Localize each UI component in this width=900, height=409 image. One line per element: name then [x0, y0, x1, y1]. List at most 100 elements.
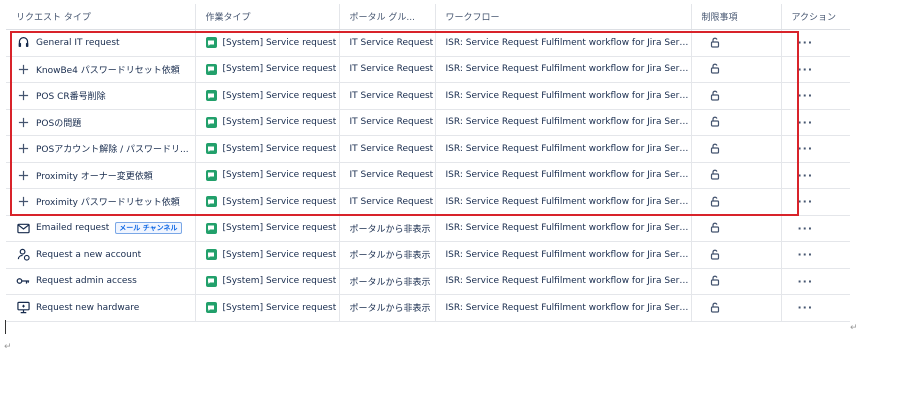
unlock-icon[interactable] [708, 221, 722, 235]
workflow-cell: ISR: Service Request Fulfilment workflow… [435, 215, 692, 242]
column-header-actions[interactable]: アクション [781, 4, 850, 30]
request-type-name[interactable]: Proximity パスワードリセット依頼 [36, 195, 180, 208]
work-type-cell: [System] Service request [195, 135, 340, 163]
request-type-cell[interactable]: POS CR番号削除 [6, 82, 196, 110]
request-type-name[interactable]: Request a new account [36, 250, 141, 260]
unlock-icon[interactable] [708, 88, 722, 102]
column-header-restrictions[interactable]: 制限事項 [691, 4, 782, 30]
request-type-cell[interactable]: General IT request [6, 29, 196, 57]
table-row[interactable]: Request admin access [System] Service re… [6, 268, 850, 295]
more-actions-button[interactable]: ··· [798, 275, 814, 288]
paragraph-mark: ↵ [4, 342, 12, 352]
work-type-cell: [System] Service request [195, 162, 340, 189]
plus-icon [16, 89, 30, 103]
column-header-work-type[interactable]: 作業タイプ [195, 4, 340, 30]
more-actions-button[interactable]: ··· [798, 116, 814, 129]
more-actions-button[interactable]: ··· [798, 169, 814, 182]
more-actions-button[interactable]: ··· [798, 248, 814, 261]
request-type-cell[interactable]: POSアカウント解除 / パスワードリ... [6, 135, 196, 163]
request-type-name[interactable]: Emailed request [36, 223, 109, 233]
request-type-cell[interactable]: Request a new account [6, 241, 196, 269]
actions-cell: ··· [781, 56, 850, 83]
service-request-icon [205, 116, 217, 128]
restrictions-cell [691, 29, 782, 57]
request-type-name[interactable]: Request new hardware [36, 303, 139, 313]
key-icon [16, 274, 30, 288]
workflow-cell: ISR: Service Request Fulfilment workflow… [435, 82, 692, 110]
portal-group-label: ポータルから非表示 [349, 251, 431, 262]
table-row[interactable]: Emailed request メール チャンネル [System] Servic… [6, 215, 850, 242]
unlock-icon[interactable] [708, 62, 722, 76]
request-type-name[interactable]: KnowBe4 パスワードリセット依頼 [36, 63, 180, 76]
column-header-portal-group[interactable]: ポータル グル... [339, 4, 436, 30]
unlock-icon[interactable] [708, 194, 722, 208]
more-actions-button[interactable]: ··· [798, 301, 814, 314]
column-header-workflow[interactable]: ワークフロー [435, 4, 692, 30]
request-type-name[interactable]: POS CR番号削除 [36, 89, 106, 102]
more-actions-button[interactable]: ··· [798, 142, 814, 155]
unlock-icon[interactable] [708, 274, 722, 288]
request-type-name[interactable]: POSアカウント解除 / パスワードリ... [36, 142, 189, 155]
portal-group-label: IT Service Request [349, 37, 434, 48]
portal-group-label: ポータルから非表示 [349, 224, 431, 235]
table-row[interactable]: Proximity オーナー変更依頼 [System] Service requ… [6, 162, 850, 189]
portal-group-cell: ポータルから非表示 [339, 241, 436, 269]
table-row[interactable]: POSアカウント解除 / パスワードリ... [System] Service … [6, 135, 850, 163]
actions-cell: ··· [781, 82, 850, 110]
restrictions-cell [691, 162, 782, 189]
request-type-cell[interactable]: Request new hardware [6, 294, 196, 322]
unlock-icon[interactable] [708, 300, 722, 314]
table-row[interactable]: Request new hardware [System] Service re… [6, 294, 850, 322]
portal-group-label: IT Service Request [349, 143, 434, 154]
unlock-icon[interactable] [708, 115, 722, 129]
unlock-icon[interactable] [708, 141, 722, 155]
more-actions-button[interactable]: ··· [798, 36, 814, 49]
unlock-icon[interactable] [708, 168, 722, 182]
work-type-cell: [System] Service request [195, 188, 340, 216]
work-type-cell: [System] Service request [195, 109, 340, 136]
restrictions-cell [691, 82, 782, 110]
portal-group-cell: ポータルから非表示 [339, 215, 436, 242]
more-actions-button[interactable]: ··· [798, 195, 814, 208]
table-row[interactable]: Request a new account [System] Service r… [6, 241, 850, 269]
request-type-cell[interactable]: Request admin access [6, 268, 196, 295]
service-request-icon [205, 169, 217, 181]
workflow-cell: ISR: Service Request Fulfilment workflow… [435, 109, 692, 136]
restrictions-cell [691, 56, 782, 83]
actions-cell: ··· [781, 294, 850, 322]
portal-group-cell: IT Service Request [339, 56, 436, 83]
request-type-cell[interactable]: Proximity パスワードリセット依頼 [6, 188, 196, 216]
actions-cell: ··· [781, 109, 850, 136]
service-request-icon [205, 275, 217, 287]
request-type-cell[interactable]: POSの問題 [6, 109, 196, 136]
portal-group-label: ポータルから非表示 [349, 277, 431, 288]
request-type-cell[interactable]: Proximity オーナー変更依頼 [6, 162, 196, 189]
table-row[interactable]: General IT request [System] Service requ… [6, 29, 850, 57]
table-row[interactable]: KnowBe4 パスワードリセット依頼 [System] Service req… [6, 56, 850, 83]
workflow-cell: ISR: Service Request Fulfilment workflow… [435, 56, 692, 83]
workflow-label: ISR: Service Request Fulfilment workflow… [445, 170, 691, 181]
request-type-cell[interactable]: Emailed request メール チャンネル [6, 215, 196, 242]
request-type-cell[interactable]: KnowBe4 パスワードリセット依頼 [6, 56, 196, 83]
request-type-name[interactable]: Request admin access [36, 276, 137, 286]
workflow-cell: ISR: Service Request Fulfilment workflow… [435, 241, 692, 269]
request-type-name[interactable]: General IT request [36, 38, 120, 48]
work-type-cell: [System] Service request [195, 294, 340, 322]
column-header-request-type[interactable]: リクエスト タイプ [6, 4, 196, 30]
envelope-icon [16, 221, 30, 235]
work-type-label: [System] Service request [222, 90, 337, 101]
work-type-cell: [System] Service request [195, 56, 340, 83]
more-actions-button[interactable]: ··· [798, 89, 814, 102]
plus-icon [16, 62, 30, 76]
portal-group-cell: IT Service Request [339, 82, 436, 110]
table-row[interactable]: Proximity パスワードリセット依頼 [System] Service r… [6, 188, 850, 216]
plus-icon [16, 195, 30, 209]
more-actions-button[interactable]: ··· [798, 222, 814, 235]
table-row[interactable]: POS CR番号削除 [System] Service request IT S… [6, 82, 850, 110]
more-actions-button[interactable]: ··· [798, 63, 814, 76]
request-type-name[interactable]: POSの問題 [36, 116, 81, 129]
unlock-icon[interactable] [708, 35, 722, 49]
unlock-icon[interactable] [708, 247, 722, 261]
request-type-name[interactable]: Proximity オーナー変更依頼 [36, 169, 153, 182]
table-row[interactable]: POSの問題 [System] Service request IT Servi… [6, 109, 850, 136]
